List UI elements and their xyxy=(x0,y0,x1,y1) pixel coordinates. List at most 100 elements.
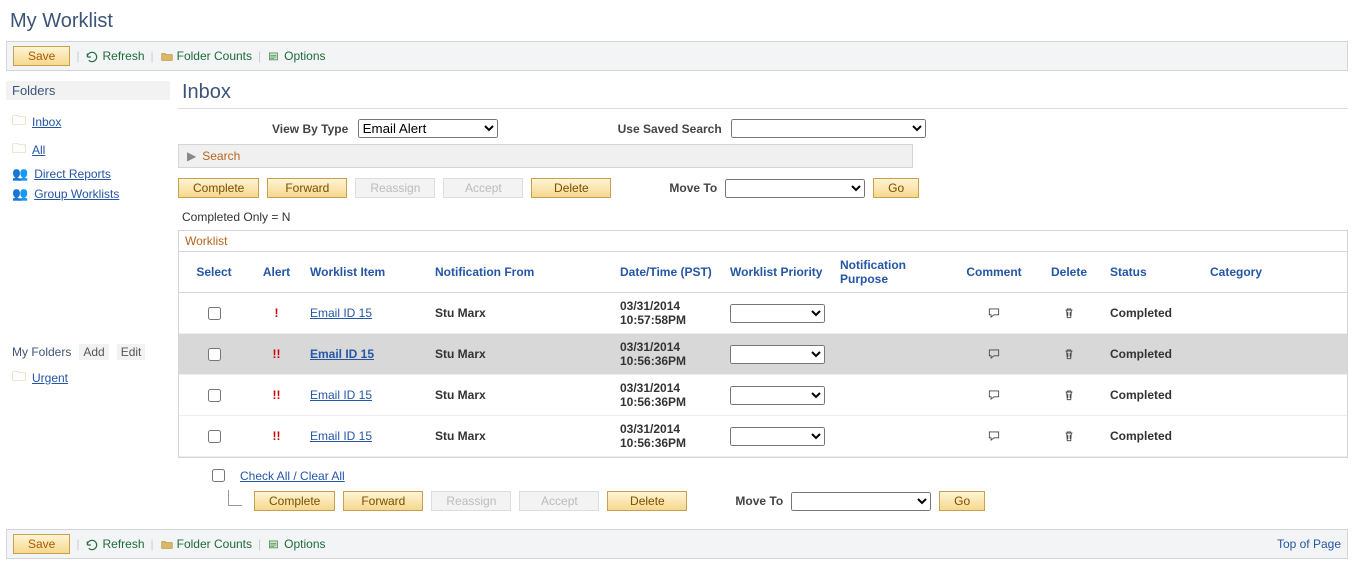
go-button[interactable]: Go xyxy=(873,178,919,198)
folder-counts-label: Folder Counts xyxy=(177,49,252,63)
sidebar-item-label: All xyxy=(32,143,45,157)
col-worklist-priority[interactable]: Worklist Priority xyxy=(724,252,834,293)
sidebar-item-urgent[interactable]: 🗀 Urgent xyxy=(6,364,170,392)
comment-icon[interactable] xyxy=(954,375,1034,416)
save-button-bottom[interactable]: Save xyxy=(13,534,70,554)
row-select-checkbox[interactable] xyxy=(208,307,221,320)
page-title: My Worklist xyxy=(10,10,1348,33)
delete-icon[interactable] xyxy=(1034,375,1104,416)
priority-select[interactable] xyxy=(730,386,825,405)
row-select-checkbox[interactable] xyxy=(208,389,221,402)
folder-icon: 🗀 xyxy=(12,110,26,134)
col-status[interactable]: Status xyxy=(1104,252,1204,293)
sidebar-item-direct-reports[interactable]: 👥 Direct Reports xyxy=(6,164,170,184)
notification-purpose xyxy=(834,334,954,375)
sidebar-item-all[interactable]: 🗀 All xyxy=(6,136,170,164)
notification-purpose xyxy=(834,375,954,416)
col-delete[interactable]: Delete xyxy=(1034,252,1104,293)
comment-icon[interactable] xyxy=(954,293,1034,334)
separator: | xyxy=(76,537,79,551)
col-select[interactable]: Select xyxy=(179,252,249,293)
col-notification-purpose[interactable]: Notification Purpose xyxy=(834,252,954,293)
separator: | xyxy=(151,537,154,551)
folders-header: Folders xyxy=(6,81,170,100)
check-all-link[interactable]: Check All / Clear All xyxy=(240,469,345,483)
folder-counts-link[interactable]: Folder Counts xyxy=(160,48,252,64)
options-icon xyxy=(267,536,281,552)
date-time: 03/31/2014 10:56:36PM xyxy=(614,375,724,416)
priority-select[interactable] xyxy=(730,427,825,446)
worklist-item-link[interactable]: Email ID 15 xyxy=(310,388,372,402)
separator: | xyxy=(76,49,79,63)
folder-counts-link-bottom[interactable]: Folder Counts xyxy=(160,536,252,552)
worklist-item-link[interactable]: Email ID 15 xyxy=(310,347,374,361)
delete-icon[interactable] xyxy=(1034,416,1104,457)
check-all-row: Check All / Clear All xyxy=(208,466,1348,485)
search-expander[interactable]: ▶ Search xyxy=(178,144,913,168)
options-icon xyxy=(267,48,281,64)
group-icon: 👥 xyxy=(12,186,28,202)
options-link[interactable]: Options xyxy=(267,48,325,64)
expand-icon: ▶ xyxy=(187,149,196,163)
col-comment[interactable]: Comment xyxy=(954,252,1034,293)
add-folder-link[interactable]: Add xyxy=(79,344,108,360)
delete-button-bottom[interactable]: Delete xyxy=(607,491,687,511)
complete-button[interactable]: Complete xyxy=(178,178,259,198)
worklist-item-link[interactable]: Email ID 15 xyxy=(310,306,372,320)
table-row[interactable]: !Email ID 15Stu Marx03/31/2014 10:57:58P… xyxy=(179,293,1347,334)
view-by-type-select[interactable]: Email Alert xyxy=(358,119,498,138)
priority-select[interactable] xyxy=(730,304,825,323)
table-row[interactable]: !!Email ID 15Stu Marx03/31/2014 10:56:36… xyxy=(179,375,1347,416)
save-button[interactable]: Save xyxy=(13,46,70,66)
notification-purpose xyxy=(834,416,954,457)
folder-counts-label: Folder Counts xyxy=(177,537,252,551)
top-of-page-link[interactable]: Top of Page xyxy=(1277,537,1341,551)
options-link-bottom[interactable]: Options xyxy=(267,536,325,552)
forward-button[interactable]: Forward xyxy=(267,178,347,198)
refresh-link-bottom[interactable]: Refresh xyxy=(85,536,144,552)
priority-select[interactable] xyxy=(730,345,825,364)
row-select-checkbox[interactable] xyxy=(208,348,221,361)
sidebar-item-group-worklists[interactable]: 👥 Group Worklists xyxy=(6,184,170,204)
table-row[interactable]: !!Email ID 15Stu Marx03/31/2014 10:56:36… xyxy=(179,334,1347,375)
refresh-label: Refresh xyxy=(102,49,144,63)
sidebar-item-inbox[interactable]: 🗀 Inbox xyxy=(6,108,170,136)
move-to-label-bottom: Move To xyxy=(735,494,783,508)
notification-from: Stu Marx xyxy=(429,293,614,334)
alert-icon: ! xyxy=(249,293,304,334)
comment-icon[interactable] xyxy=(954,334,1034,375)
top-toolbar: Save | Refresh | Folder Counts | Options xyxy=(6,41,1348,71)
col-worklist-item[interactable]: Worklist Item xyxy=(304,252,429,293)
move-to-label: Move To xyxy=(669,181,717,195)
row-select-checkbox[interactable] xyxy=(208,430,221,443)
move-to-select-bottom[interactable] xyxy=(791,492,931,511)
delete-button[interactable]: Delete xyxy=(531,178,611,198)
date-time: 03/31/2014 10:56:36PM xyxy=(614,334,724,375)
sidebar-item-label: Group Worklists xyxy=(34,187,119,201)
table-row[interactable]: !!Email ID 15Stu Marx03/31/2014 10:56:36… xyxy=(179,416,1347,457)
worklist-item-link[interactable]: Email ID 15 xyxy=(310,429,372,443)
col-date-time[interactable]: Date/Time (PST) xyxy=(614,252,724,293)
use-saved-search-select[interactable] xyxy=(731,119,926,138)
move-to-select[interactable] xyxy=(725,179,865,198)
col-notification-from[interactable]: Notification From xyxy=(429,252,614,293)
refresh-label: Refresh xyxy=(102,537,144,551)
go-button-bottom[interactable]: Go xyxy=(939,491,985,511)
separator: | xyxy=(258,49,261,63)
refresh-link[interactable]: Refresh xyxy=(85,48,144,64)
col-category[interactable]: Category xyxy=(1204,252,1347,293)
check-all-checkbox[interactable] xyxy=(212,469,225,482)
edit-folder-link[interactable]: Edit xyxy=(117,344,146,360)
delete-icon[interactable] xyxy=(1034,293,1104,334)
complete-button-bottom[interactable]: Complete xyxy=(254,491,335,511)
sidebar-item-label: Inbox xyxy=(32,115,61,129)
notification-purpose xyxy=(834,293,954,334)
col-alert[interactable]: Alert xyxy=(249,252,304,293)
reassign-button-bottom: Reassign xyxy=(431,491,511,511)
comment-icon[interactable] xyxy=(954,416,1034,457)
separator: | xyxy=(151,49,154,63)
date-time: 03/31/2014 10:56:36PM xyxy=(614,416,724,457)
forward-button-bottom[interactable]: Forward xyxy=(343,491,423,511)
use-saved-search-label: Use Saved Search xyxy=(618,122,722,136)
delete-icon[interactable] xyxy=(1034,334,1104,375)
